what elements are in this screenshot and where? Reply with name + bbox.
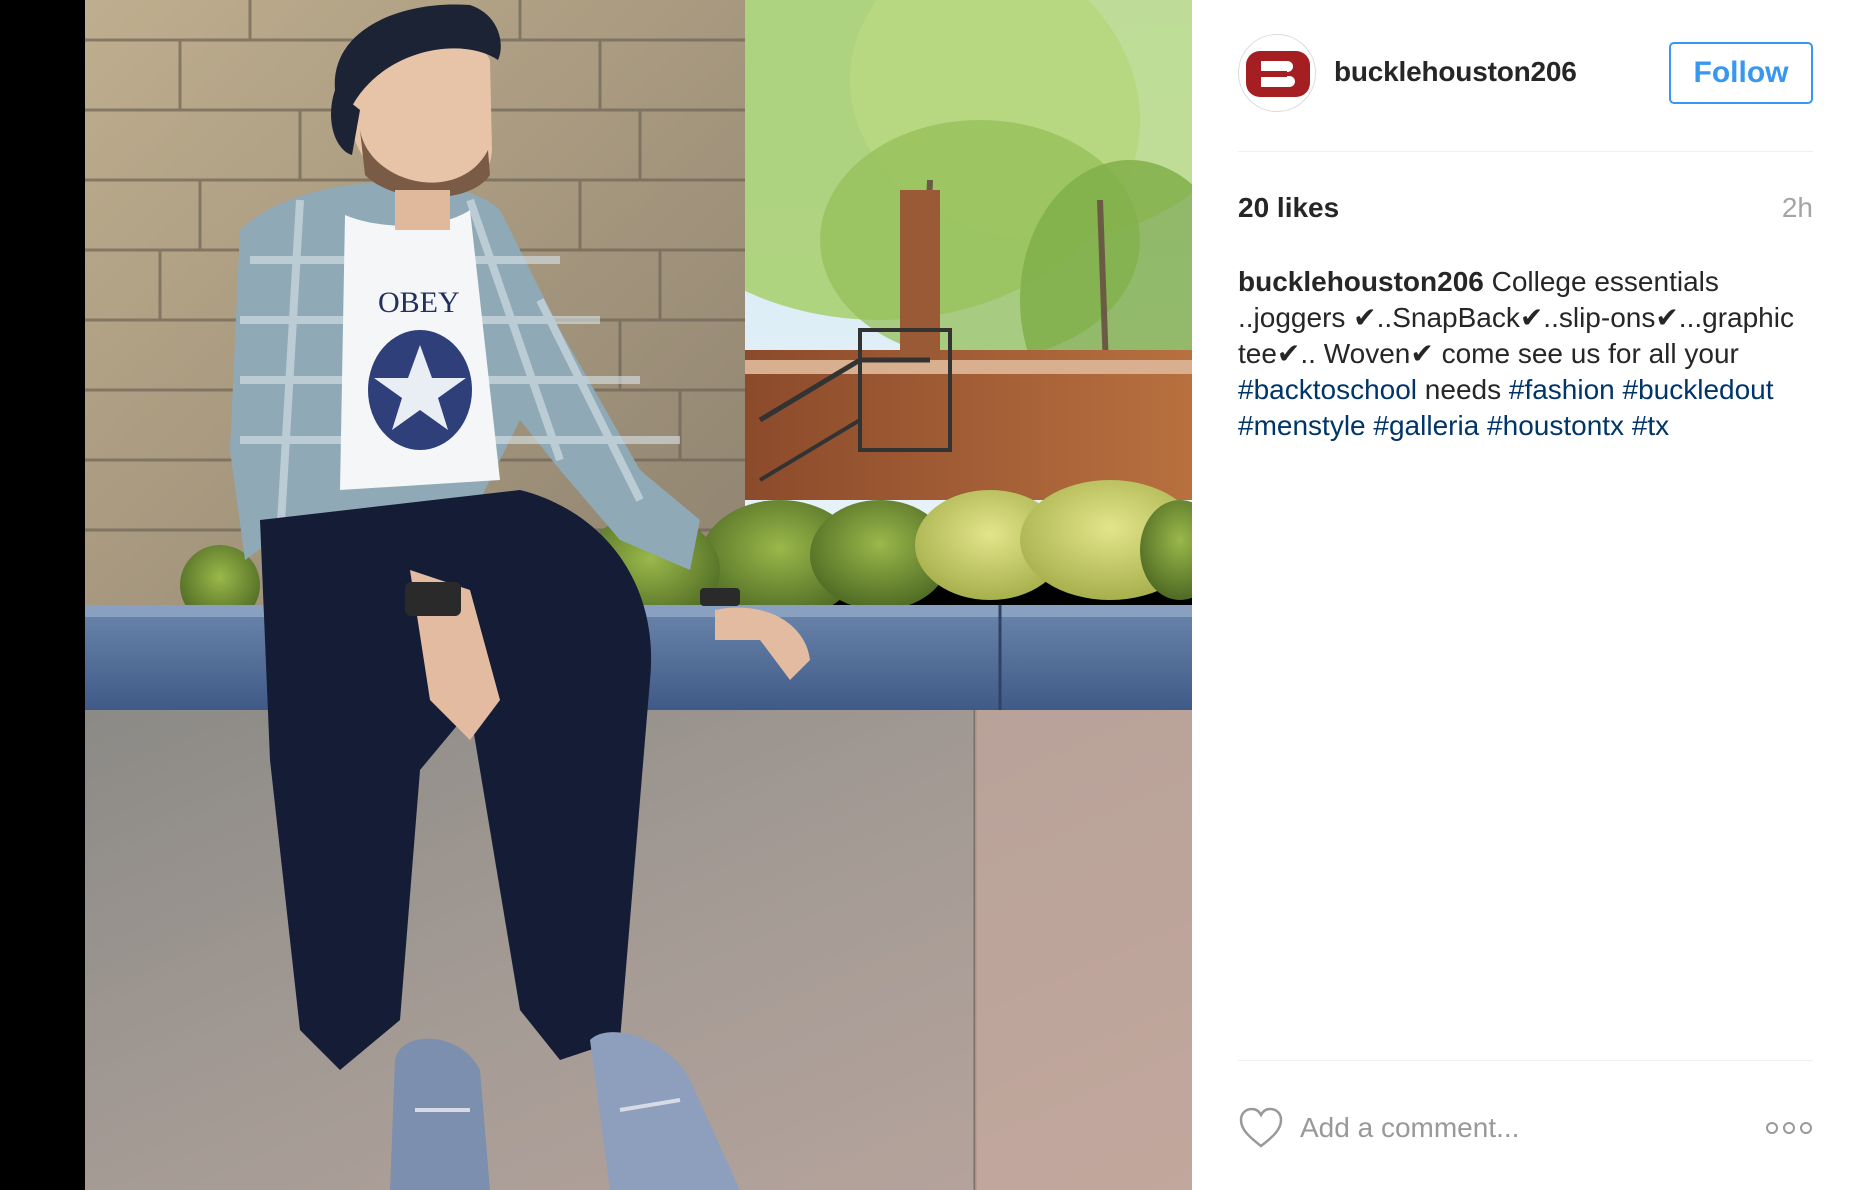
heart-outline-icon[interactable] — [1238, 1106, 1284, 1150]
instagram-post: OBEY bucklehouston206 Follow 20 likes 2h… — [0, 0, 1856, 1190]
comment-input[interactable] — [1300, 1106, 1720, 1150]
post-side-panel: bucklehouston206 Follow 20 likes 2h buck… — [1192, 0, 1856, 1190]
hashtag-link[interactable]: #backtoschool — [1238, 374, 1417, 405]
post-photo[interactable]: OBEY — [0, 0, 1192, 1190]
shirt-print-text: OBEY — [378, 286, 460, 319]
hashtag-link[interactable]: #buckledout — [1623, 374, 1774, 405]
post-header: bucklehouston206 Follow — [1238, 34, 1813, 114]
comment-bar — [1238, 1104, 1813, 1154]
more-options-icon[interactable] — [1765, 1118, 1813, 1138]
post-caption: bucklehouston206 College essentials ..jo… — [1238, 264, 1818, 444]
hashtag-link[interactable]: #fashion — [1509, 374, 1615, 405]
header-divider — [1238, 151, 1813, 152]
post-photo-image: OBEY — [0, 0, 1192, 1190]
post-time[interactable]: 2h — [1782, 192, 1813, 224]
hashtag-link[interactable]: #tx — [1632, 410, 1669, 441]
likes-count[interactable]: 20 likes — [1238, 192, 1339, 224]
hashtag-link[interactable]: #menstyle — [1238, 410, 1366, 441]
comment-divider — [1238, 1060, 1813, 1061]
username-link[interactable]: bucklehouston206 — [1334, 56, 1577, 88]
hashtag-link[interactable]: #houstontx — [1487, 410, 1624, 441]
follow-button[interactable]: Follow — [1669, 42, 1813, 104]
buckle-b-logo-icon — [1246, 51, 1310, 97]
avatar[interactable] — [1238, 34, 1316, 112]
caption-username-link[interactable]: bucklehouston206 — [1238, 266, 1484, 297]
caption-text-after: needs — [1424, 374, 1502, 405]
hashtag-link[interactable]: #galleria — [1373, 410, 1479, 441]
